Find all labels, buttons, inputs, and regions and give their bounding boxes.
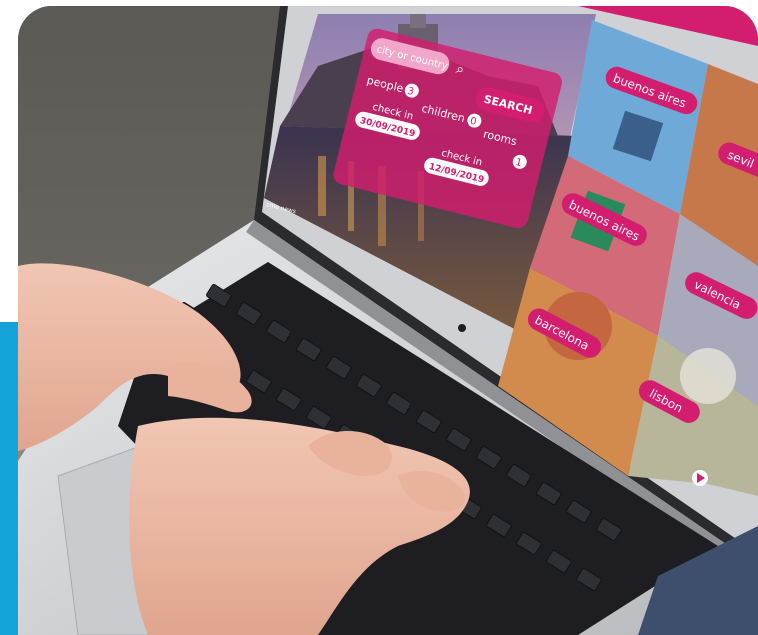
photo-frame: city or country ⌕ SEARCH people 3 childr… bbox=[0, 0, 758, 635]
laptop-photo: city or country ⌕ SEARCH people 3 childr… bbox=[18, 6, 758, 635]
webcam-icon bbox=[458, 324, 466, 332]
laptop-scene: city or country ⌕ SEARCH people 3 childr… bbox=[18, 6, 758, 635]
